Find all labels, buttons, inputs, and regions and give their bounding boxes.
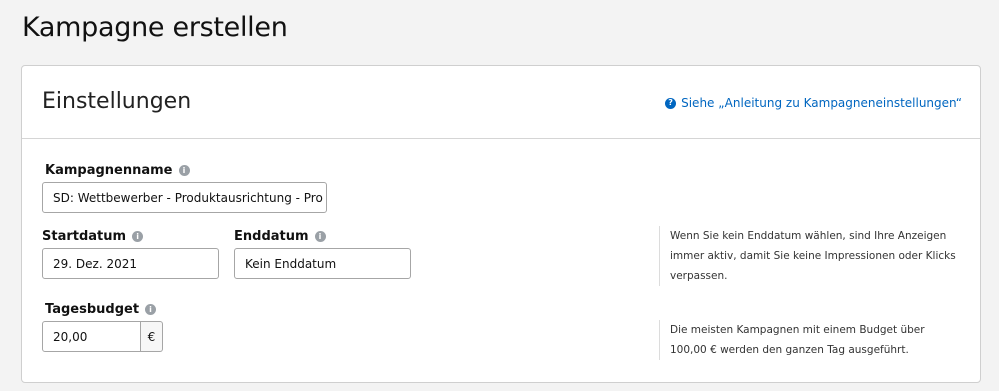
start-date-input[interactable]: 29. Dez. 2021 bbox=[42, 248, 219, 279]
daily-budget-group: 20,00 € bbox=[42, 321, 163, 352]
end-date-label: Enddatum i bbox=[234, 229, 326, 244]
help-icon: ? bbox=[665, 97, 677, 109]
settings-card: Einstellungen ? Siehe „Anleitung zu Kamp… bbox=[21, 65, 981, 383]
page-title: Kampagne erstellen bbox=[22, 12, 288, 43]
help-link-label: Siehe „Anleitung zu Kampagneneinstellung… bbox=[681, 96, 962, 110]
end-date-label-text: Enddatum bbox=[234, 229, 309, 244]
end-date-hint: Wenn Sie kein Enddatum wählen, sind Ihre… bbox=[659, 226, 959, 286]
start-date-label-text: Startdatum bbox=[42, 229, 127, 244]
daily-budget-input[interactable]: 20,00 bbox=[42, 321, 141, 352]
section-title: Einstellungen bbox=[42, 89, 192, 114]
currency-suffix: € bbox=[141, 321, 163, 352]
budget-hint: Die meisten Kampagnen mit einem Budget ü… bbox=[659, 320, 959, 360]
campaign-name-label: Kampagnenname i bbox=[45, 163, 190, 178]
daily-budget-label: Tagesbudget i bbox=[45, 302, 157, 317]
daily-budget-label-text: Tagesbudget bbox=[45, 302, 140, 317]
end-date-input[interactable]: Kein Enddatum bbox=[234, 248, 411, 279]
info-icon[interactable]: i bbox=[314, 231, 326, 242]
info-icon[interactable]: i bbox=[178, 165, 190, 176]
start-date-label: Startdatum i bbox=[42, 229, 144, 244]
settings-header: Einstellungen ? Siehe „Anleitung zu Kamp… bbox=[22, 66, 980, 139]
info-icon[interactable]: i bbox=[145, 304, 157, 315]
info-icon[interactable]: i bbox=[132, 231, 144, 242]
campaign-name-label-text: Kampagnenname bbox=[45, 163, 173, 178]
campaign-settings-guide-link[interactable]: ? Siehe „Anleitung zu Kampagneneinstellu… bbox=[665, 96, 962, 110]
campaign-name-input[interactable]: SD: Wettbewerber - Produktausrichtung - … bbox=[42, 182, 327, 213]
